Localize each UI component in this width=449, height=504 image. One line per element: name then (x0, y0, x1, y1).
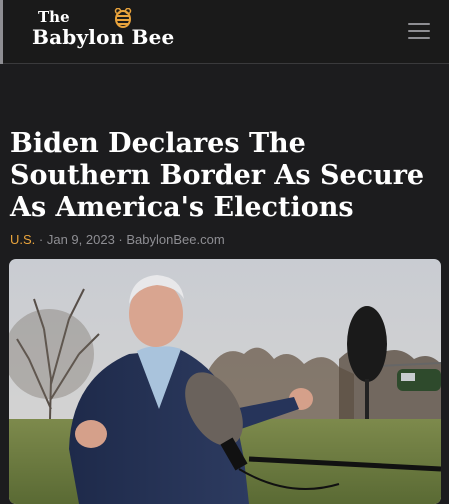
site-logo[interactable]: The Babylon Bee (32, 9, 174, 49)
article-photo-illustration (9, 259, 441, 504)
logo-name: Babylon Bee (32, 25, 175, 49)
logo-the: The (38, 8, 70, 26)
article-category-link[interactable]: U.S. (10, 232, 35, 247)
article-photo[interactable] (9, 259, 441, 504)
hamburger-menu-icon[interactable] (408, 22, 430, 40)
article-date: Jan 9, 2023 (46, 232, 115, 247)
meta-separator: · (114, 232, 127, 247)
article-source: BabylonBee.com (126, 232, 225, 247)
site-header: The Babylon Bee (0, 0, 449, 64)
article-meta: U.S. · Jan 9, 2023 · BabylonBee.com (10, 232, 225, 247)
bee-icon (114, 8, 132, 28)
article-headline[interactable]: Biden Declares The Southern Border As Se… (10, 128, 440, 224)
meta-separator: · (35, 232, 47, 247)
